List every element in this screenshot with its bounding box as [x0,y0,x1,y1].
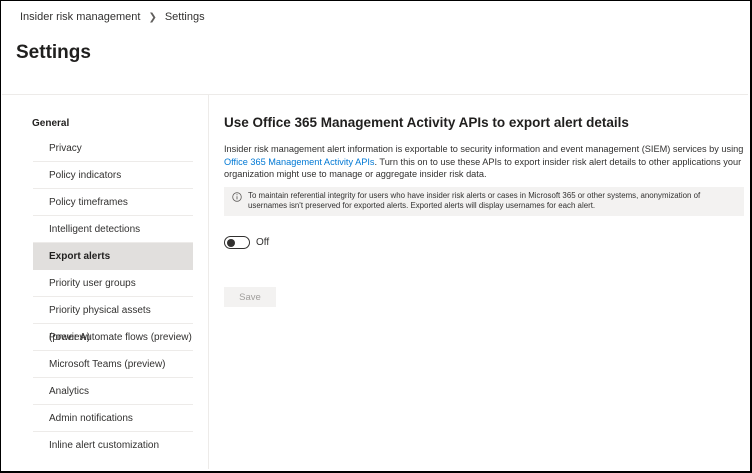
chevron-right-icon: ❯ [148,11,157,23]
header-divider [2,94,748,95]
section-title: Use Office 365 Management Activity APIs … [224,115,629,130]
info-message-text: To maintain referential integrity for us… [248,190,701,211]
sidebar-item-policy-indicators[interactable]: Policy indicators [33,162,193,189]
sidebar-item-intelligent-detections[interactable]: Intelligent detections [33,216,193,243]
breadcrumb-item-insider-risk[interactable]: Insider risk management [20,11,140,23]
sidebar-item-admin-notifications[interactable]: Admin notifications [33,405,193,432]
export-toggle-row: Off [224,236,269,249]
toggle-state-label: Off [256,237,270,248]
sidebar-item-microsoft-teams[interactable]: Microsoft Teams (preview) [33,351,193,378]
sidebar-heading-general: General [32,118,70,129]
sidebar-item-export-alerts[interactable]: Export alerts [33,243,193,270]
sidebar-item-inline-alert-customization[interactable]: Inline alert customization [33,432,193,459]
sidebar-item-priority-physical-assets[interactable]: Priority physical assets (preview) [33,297,193,343]
sidebar-item-policy-timeframes[interactable]: Policy timeframes [33,189,193,216]
sidebar-divider [208,95,209,469]
sidebar-item-power-automate-flows[interactable]: Power Automate flows (preview) [33,324,193,351]
sidebar-item-priority-user-groups[interactable]: Priority user groups [33,270,193,297]
save-button[interactable]: Save [224,287,276,307]
sidebar-item-privacy[interactable]: Privacy [33,135,193,162]
export-alerts-toggle[interactable] [224,236,250,249]
breadcrumb-item-settings: Settings [164,11,205,23]
sidebar-nav: Privacy Policy indicators Policy timefra… [33,135,193,459]
breadcrumb: Insider risk management ❯ Settings [20,11,205,23]
main-content: Use Office 365 Management Activity APIs … [224,115,744,216]
info-message-bar: To maintain referential integrity for us… [224,186,744,216]
page-title: Settings [16,42,91,63]
toggle-knob [227,238,235,247]
management-activity-api-link[interactable]: Office 365 Management Activity APIs [224,157,374,167]
description-text-start: Insider risk management alert informatio… [224,144,744,154]
sidebar-item-analytics[interactable]: Analytics [33,378,193,405]
app-window: Insider risk management ❯ Settings Setti… [0,0,752,473]
info-icon [232,191,242,202]
section-description: Insider risk management alert informatio… [224,143,744,181]
